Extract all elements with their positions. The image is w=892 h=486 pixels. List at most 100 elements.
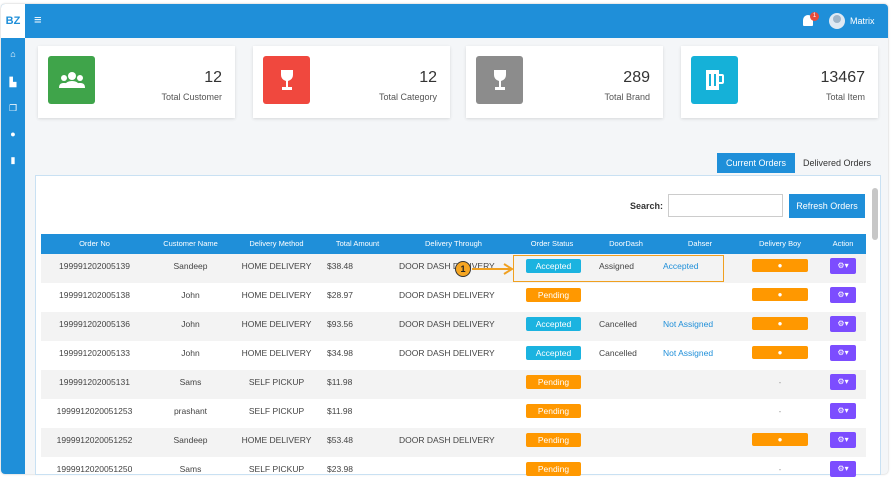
delivery-through-cell: DOOR DASH DELIVERY <box>399 348 495 358</box>
delivery-method-cell: SELF PICKUP <box>248 377 305 387</box>
order-status-badge[interactable]: Pending <box>526 404 581 418</box>
amount-cell: $11.98 <box>327 377 353 387</box>
beer-mug-icon <box>691 56 738 104</box>
action-menu-button[interactable]: ⚙▾ <box>830 374 856 390</box>
order-no-cell: 199991202005136 <box>59 319 130 329</box>
tab-delivered-orders[interactable]: Delivered Orders <box>797 153 877 173</box>
col-delivery-method[interactable]: Delivery Method <box>233 234 320 254</box>
delivery-boy-button[interactable]: ● <box>752 288 808 301</box>
gear-icon: ⚙▾ <box>837 261 849 270</box>
order-status-badge[interactable]: Pending <box>526 433 581 447</box>
table-row[interactable]: 1999912020051253 prashant SELF PICKUP $11.9… <box>41 399 866 428</box>
stat-card-category: 12 Total Category <box>253 46 450 118</box>
delivery-method-cell: HOME DELIVERY <box>241 290 312 300</box>
action-menu-button[interactable]: ⚙▾ <box>830 403 856 419</box>
table-row[interactable]: 1999912020051250 Sams SELF PICKUP $23.98 Pen… <box>41 457 866 486</box>
stat-label: Total Category <box>378 92 437 102</box>
col-action[interactable]: Action <box>820 234 866 254</box>
table-row[interactable]: 199991202005136 John HOME DELIVERY $93.56 DO… <box>41 312 866 341</box>
home-icon[interactable]: ⌂ <box>7 48 19 60</box>
col-delivery-through[interactable]: Delivery Through <box>395 234 512 254</box>
delivery-boy-button[interactable]: ● <box>752 346 808 359</box>
username[interactable]: Matrix <box>850 16 875 26</box>
gear-icon: ⚙▾ <box>837 464 849 473</box>
brand-logo[interactable]: BZ <box>1 4 25 38</box>
copy-icon[interactable]: ❐ <box>7 102 19 114</box>
customer-cell: Sandeep <box>173 261 208 271</box>
gear-icon: ⚙▾ <box>837 290 849 299</box>
stat-card-brand: 289 Total Brand <box>466 46 663 118</box>
stat-value: 12 <box>204 69 222 86</box>
delivery-through-cell <box>399 457 512 486</box>
map-pin-icon: ● <box>777 261 783 270</box>
order-status-badge[interactable]: Pending <box>526 462 581 476</box>
action-menu-button[interactable]: ⚙▾ <box>830 258 856 274</box>
map-pin-icon: ● <box>777 290 783 299</box>
table-row[interactable]: 199991202005138 John HOME DELIVERY $28.97 DO… <box>41 283 866 312</box>
delivery-through-cell <box>399 399 512 428</box>
search-input[interactable] <box>668 194 783 217</box>
order-status-badge[interactable]: Accepted <box>526 346 581 360</box>
table-row[interactable]: 1999912020051252 Sandeep HOME DELIVERY $53.… <box>41 428 866 457</box>
refresh-orders-button[interactable]: Refresh Orders <box>789 194 865 218</box>
tab-current-orders[interactable]: Current Orders <box>717 153 795 173</box>
stat-value: 12 <box>419 69 437 86</box>
delivery-through-cell: DOOR DASH DELIVERY <box>399 435 495 445</box>
col-dasher[interactable]: Dahser <box>660 234 740 254</box>
notification-badge: 1 <box>810 12 819 21</box>
customer-cell: John <box>181 290 200 300</box>
delivery-boy-button[interactable]: ● <box>752 317 808 330</box>
delivery-method-cell: HOME DELIVERY <box>241 348 312 358</box>
step-marker: 1 <box>455 261 471 277</box>
action-menu-button[interactable]: ⚙▾ <box>830 432 856 448</box>
amount-cell: $38.48 <box>327 261 353 271</box>
order-status-badge[interactable]: Pending <box>526 288 581 302</box>
user-icon[interactable]: ● <box>7 128 19 140</box>
delivery-boy-button[interactable]: ● <box>752 433 808 446</box>
col-order-status[interactable]: Order Status <box>512 234 592 254</box>
sitemap-icon[interactable]: ▙ <box>7 76 19 88</box>
col-delivery-boy[interactable]: Delivery Boy <box>740 234 820 254</box>
table-header: Order No Customer Name Delivery Method T… <box>41 234 866 254</box>
notification-bell-icon[interactable]: 1 <box>801 12 819 28</box>
dasher-cell <box>663 399 741 428</box>
col-total-amount[interactable]: Total Amount <box>320 234 395 254</box>
order-status-badge[interactable]: Accepted <box>526 317 581 331</box>
col-customer-name[interactable]: Customer Name <box>148 234 233 254</box>
action-menu-button[interactable]: ⚙▾ <box>830 287 856 303</box>
stat-label: Total Item <box>825 92 865 102</box>
doordash-cell <box>599 283 661 312</box>
order-no-cell: 199991202005138 <box>59 290 130 300</box>
map-pin-icon: ● <box>777 348 783 357</box>
delivery-boy-cell: - <box>778 378 782 387</box>
order-status-badge[interactable]: Pending <box>526 375 581 389</box>
dasher-cell <box>663 428 741 457</box>
table-row[interactable]: 199991202005139 Sandeep HOME DELIVERY $38.4… <box>41 254 866 283</box>
col-doordash[interactable]: DoorDash <box>592 234 660 254</box>
delivery-boy-button[interactable]: ● <box>752 259 808 272</box>
action-menu-button[interactable]: ⚙▾ <box>830 461 856 477</box>
col-order-no[interactable]: Order No <box>41 234 148 254</box>
avatar[interactable] <box>829 13 845 29</box>
action-menu-button[interactable]: ⚙▾ <box>830 345 856 361</box>
amount-cell: $11.98 <box>327 406 353 416</box>
amount-cell: $23.98 <box>327 464 353 474</box>
gear-icon: ⚙▾ <box>837 348 849 357</box>
delivery-method-cell: SELF PICKUP <box>248 464 305 474</box>
stat-label: Total Brand <box>604 92 650 102</box>
clipboard-icon[interactable]: ▮ <box>7 154 19 166</box>
arrow-right-icon <box>472 263 514 275</box>
scrollbar[interactable] <box>872 188 878 240</box>
table-row[interactable]: 199991202005133 John HOME DELIVERY $34.98 DO… <box>41 341 866 370</box>
action-menu-button[interactable]: ⚙▾ <box>830 316 856 332</box>
doordash-cell <box>599 428 661 457</box>
doordash-cell: Cancelled <box>599 319 637 329</box>
delivery-method-cell: HOME DELIVERY <box>241 261 312 271</box>
hamburger-icon[interactable]: ≡ <box>34 12 42 27</box>
customer-cell: John <box>181 319 200 329</box>
order-no-cell: 199991202005131 <box>59 377 130 387</box>
stat-card-customer: 12 Total Customer <box>38 46 235 118</box>
customer-cell: Sandeep <box>173 435 208 445</box>
table-row[interactable]: 199991202005131 Sams SELF PICKUP $11.98 Pend… <box>41 370 866 399</box>
customer-cell: prashant <box>173 406 208 416</box>
